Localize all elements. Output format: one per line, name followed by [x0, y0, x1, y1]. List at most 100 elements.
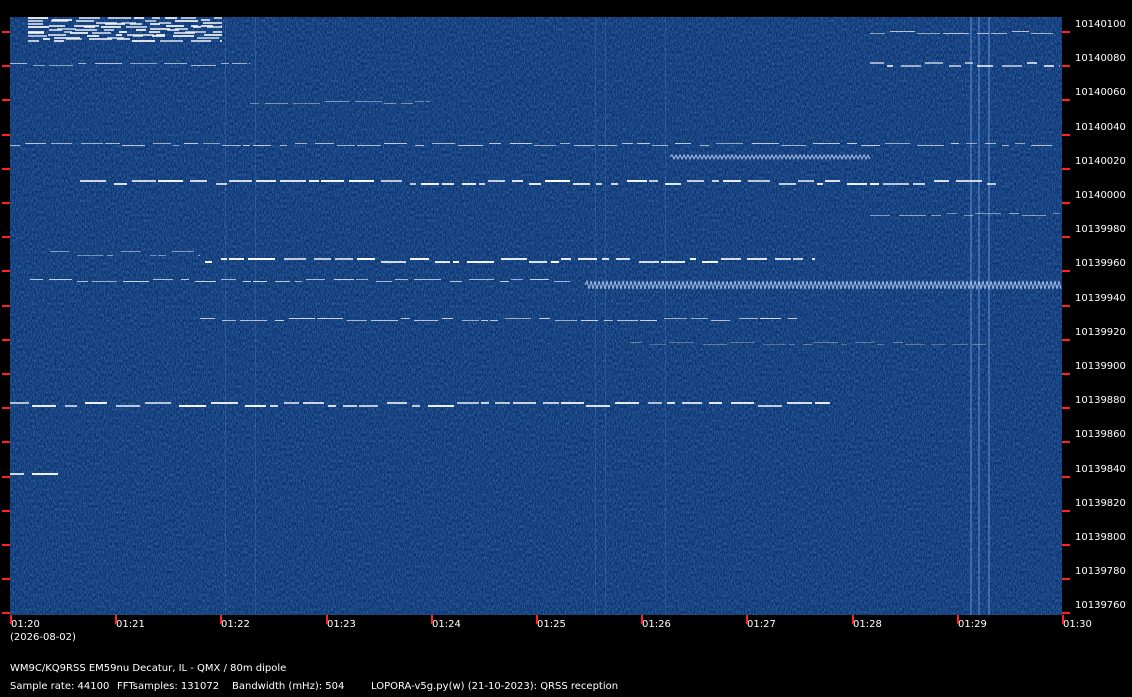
signal-dash [205, 261, 212, 263]
signal-dash [462, 320, 479, 321]
signal-dash [78, 63, 86, 64]
signal-dash [149, 31, 160, 33]
signal-dash [357, 145, 381, 146]
signal-dash [825, 180, 840, 182]
signal-dash [469, 279, 494, 280]
signal-dash [648, 402, 662, 404]
signal-dash [640, 320, 657, 321]
signal-dash [793, 258, 803, 260]
signal-dash [622, 143, 633, 144]
signal-dash [887, 65, 893, 67]
signal-dash [870, 62, 884, 64]
signal-dash [117, 38, 130, 40]
time-tick-mark [326, 615, 328, 624]
signal-dash [596, 183, 602, 185]
freq-tick-mark [1062, 236, 1070, 238]
freq-tick-mark [1062, 373, 1070, 375]
vertical-streak [225, 17, 226, 615]
signal-dash [119, 31, 127, 33]
signal-dash [229, 180, 252, 182]
freq-tick-mark [1062, 476, 1070, 478]
signal-dash [49, 29, 62, 31]
time-tick-mark [746, 615, 748, 624]
signal-dash [598, 145, 617, 146]
signal-dash [145, 402, 171, 404]
signal-dash [28, 20, 43, 22]
freq-tick-label: 10139800 [1075, 532, 1126, 543]
signal-dash [253, 281, 267, 282]
signal-dash [813, 143, 840, 144]
signal-dash [428, 405, 454, 407]
signal-dash [748, 180, 770, 182]
signal-dash [817, 183, 823, 185]
signal-dash [450, 281, 462, 282]
freq-tick-label: 10140100 [1075, 19, 1126, 30]
signal-dash [949, 65, 961, 67]
signal-dash [80, 180, 106, 182]
signal-dash [349, 180, 374, 182]
signal-dash [760, 318, 781, 319]
signal-dash [965, 62, 973, 64]
freq-tick-mark [1062, 305, 1070, 307]
signal-dash [95, 63, 122, 64]
signal-dash [709, 402, 722, 404]
signal-dash [395, 279, 408, 280]
signal-dash [578, 258, 597, 260]
signal-dash [489, 143, 501, 144]
signal-dash [280, 180, 306, 182]
signal-dash [132, 40, 155, 42]
signal-dash [116, 405, 140, 407]
freq-tick-mark [2, 441, 10, 443]
signal-dash [511, 279, 523, 280]
signal-dash [309, 180, 319, 182]
signal-dash [248, 258, 275, 260]
signal-dash [1027, 62, 1037, 64]
signal-dash [306, 279, 325, 280]
signal-dash [245, 405, 266, 407]
signal-dash [145, 20, 156, 22]
signal-dash [917, 33, 940, 34]
time-tick-label: 01:24 [432, 619, 461, 630]
signal-dash [250, 103, 259, 104]
signal-dash [1002, 65, 1022, 67]
signal-dash [687, 180, 704, 182]
signal-dash [70, 32, 88, 34]
signal-dash [10, 473, 24, 475]
signal-dash [384, 103, 396, 104]
signal-dash [105, 143, 120, 144]
time-tick-mark [536, 615, 538, 624]
signal-dash [723, 180, 741, 182]
time-tick-mark [115, 615, 117, 624]
signal-dash [108, 17, 131, 19]
signal-dash [432, 143, 455, 144]
time-tick-label: 01:29 [958, 619, 987, 630]
signal-dash [913, 183, 925, 185]
time-tick-label: 01:25 [537, 619, 566, 630]
freq-tick-mark [1062, 407, 1070, 409]
signal-dash [534, 145, 556, 146]
signal-dash [617, 320, 638, 321]
signal-dash [28, 35, 47, 37]
signal-dash [343, 405, 357, 407]
time-tick-label: 01:28 [853, 619, 882, 630]
signal-dash [295, 281, 302, 282]
signal-dash [781, 145, 806, 146]
signal-dash [221, 279, 236, 280]
signal-dash [77, 255, 103, 256]
signal-dash [711, 320, 730, 321]
time-tick-mark [1062, 615, 1064, 624]
vertical-streak [665, 17, 666, 615]
signal-dash [92, 32, 111, 34]
signal-dash [49, 25, 65, 27]
signal-dash [256, 180, 276, 182]
signal-dash [901, 65, 921, 67]
signal-dash [51, 20, 68, 22]
signal-dash [1031, 33, 1053, 34]
freq-tick-mark [2, 339, 10, 341]
signal-dash [616, 258, 630, 260]
signal-dash [284, 258, 306, 260]
freq-tick-mark [2, 612, 10, 614]
signal-dash [49, 279, 72, 280]
signal-dash [703, 344, 727, 345]
signal-dash [943, 33, 969, 34]
